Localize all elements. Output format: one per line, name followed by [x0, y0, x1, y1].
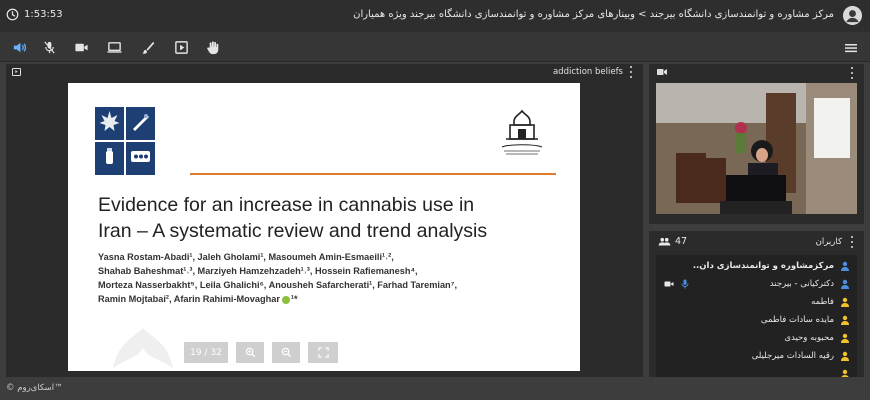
- presentation-icon: [12, 68, 21, 76]
- slide-controls: 19 / 32: [184, 342, 338, 363]
- zoom-in-button[interactable]: [236, 342, 264, 363]
- faded-watermark-icon: [113, 328, 173, 368]
- presentation-options-icon[interactable]: [627, 66, 635, 78]
- users-title: کاربران: [815, 237, 842, 247]
- zoom-out-button[interactable]: [272, 342, 300, 363]
- author-line: Shahab Baheshmat¹˒³, Marziyeh Hamzehzade…: [98, 266, 418, 276]
- user-name: مایده سادات فاطمی: [760, 315, 834, 325]
- zoom-out-icon: [281, 347, 291, 358]
- camera-icon: [664, 281, 674, 287]
- page-indicator: 19 / 32: [184, 342, 228, 363]
- copyright-text: © اسکای‌روم™: [6, 383, 63, 393]
- presentation-header: addiction beliefs: [6, 64, 643, 80]
- users-panel: 47 کاربران مرکزمشاوره و توانمندسازی دان.…: [649, 231, 864, 377]
- user-row[interactable]: مایده سادات فاطمی: [656, 311, 857, 329]
- user-row[interactable]: فاطمه: [656, 293, 857, 311]
- journal-logo: [95, 107, 155, 175]
- user-name: رقیه السادات میرجلیلی: [751, 351, 834, 361]
- users-list: مرکزمشاوره و توانمندسازی دان.. دکترکیانی…: [656, 255, 857, 377]
- raise-hand-icon[interactable]: [204, 39, 220, 55]
- camera-icon: [657, 69, 667, 75]
- slide-authors: Yasna Rostam-Abadi¹, Jaleh Gholami¹, Mas…: [96, 250, 556, 306]
- user-name: مرکزمشاوره و توانمندسازی دان..: [692, 261, 834, 271]
- elapsed-time: 1:53:53: [24, 9, 63, 20]
- title-bar: 1:53:53 مرکز مشاوره و توانمندسازی دانشگا…: [0, 0, 870, 32]
- slide-divider: [190, 173, 556, 175]
- users-group-icon: [658, 237, 671, 246]
- slide-heading-line: Iran – A systematic review and trend ana…: [98, 220, 488, 242]
- slide-heading-line: Evidence for an increase in cannabis use…: [98, 194, 475, 216]
- brush-icon[interactable]: [139, 39, 155, 55]
- presentation-panel: addiction beliefs Evidence for an increa…: [6, 64, 643, 377]
- users-count: 47: [658, 236, 687, 247]
- video-panel: [649, 64, 864, 224]
- slide-canvas: Evidence for an increase in cannabis use…: [68, 83, 580, 371]
- slide-text-block: Evidence for an increase in cannabis use…: [96, 192, 556, 327]
- user-row-presenter[interactable]: دکترکیانی - بیرجند: [656, 275, 857, 293]
- microphone-icon: [681, 279, 689, 289]
- zoom-in-icon: [245, 347, 255, 358]
- orcid-icon: [281, 295, 290, 304]
- users-options-icon[interactable]: [848, 236, 856, 248]
- users-header: 47 کاربران: [649, 231, 864, 253]
- room-title: مرکز مشاوره و توانمندسازی دانشگاه بیرجند…: [353, 9, 834, 20]
- user-name: فاطمه: [811, 297, 834, 307]
- user-row[interactable]: محبوبه وحیدی: [656, 329, 857, 347]
- user-icon: [841, 297, 849, 307]
- slide-heading: Evidence for an increase in cannabis use…: [96, 192, 556, 244]
- camera-icon[interactable]: [73, 39, 89, 55]
- author-line: Morteza Nasserbakht⁵, Leila Ghalichi⁶, A…: [98, 280, 458, 290]
- toolbar: [0, 32, 870, 62]
- user-icon: [841, 351, 849, 361]
- user-icon: [841, 333, 849, 343]
- play-media-icon[interactable]: [173, 39, 189, 55]
- screen-share-icon[interactable]: [106, 39, 122, 55]
- webcam-video: [656, 83, 857, 214]
- university-seal-logo: [501, 109, 543, 155]
- user-icon: [841, 261, 849, 271]
- user-row-host[interactable]: مرکزمشاوره و توانمندسازی دان..: [656, 257, 857, 275]
- user-icon: [841, 315, 849, 325]
- user-icon: [841, 279, 849, 289]
- user-media-status: [664, 279, 690, 289]
- user-row-partial[interactable]: [656, 365, 857, 377]
- author-line: Yasna Rostam-Abadi¹, Jaleh Gholami¹, Mas…: [98, 252, 394, 262]
- user-name: محبوبه وحیدی: [784, 333, 834, 343]
- user-name: دکترکیانی - بیرجند: [769, 279, 834, 289]
- fullscreen-icon: [317, 347, 329, 358]
- user-avatar-icon[interactable]: [843, 6, 862, 25]
- mic-off-icon[interactable]: [41, 39, 57, 55]
- author-line: Ramin Mojtabai², Afarin Rahimi-Movaghar ¹…: [98, 294, 298, 304]
- presentation-title: addiction beliefs: [552, 67, 623, 77]
- elapsed-timer: 1:53:53: [6, 8, 63, 21]
- user-icon: [841, 369, 849, 377]
- fullscreen-button[interactable]: [308, 342, 338, 363]
- clock-icon: [6, 8, 19, 21]
- hamburger-icon[interactable]: [844, 40, 858, 54]
- user-row[interactable]: رقیه السادات میرجلیلی: [656, 347, 857, 365]
- video-options-icon[interactable]: [848, 67, 856, 79]
- skyroom-window: 1:53:53 مرکز مشاوره و توانمندسازی دانشگا…: [0, 0, 870, 400]
- speaker-icon[interactable]: [11, 39, 27, 55]
